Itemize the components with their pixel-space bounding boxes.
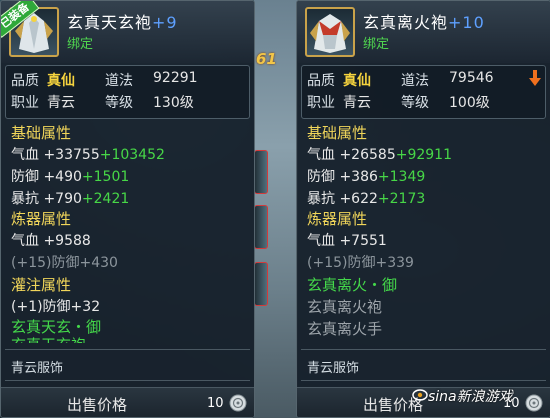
item-attributes: 基础属性 气血 +33755+103452 防御 +490+1501 暴抗 +7… (5, 121, 250, 343)
coin-icon (229, 394, 247, 412)
sell-price-label: 出售价格 (67, 396, 128, 414)
equipped-item-tooltip: 已装备 玄真天玄袍+9 绑定 品质 真仙 道法 92291 职业 青云 等级 1… (0, 0, 255, 418)
sina-watermark: sina新浪游戏 (428, 389, 513, 405)
level-label: 等级 (105, 95, 133, 111)
daofa-label: 道法 (401, 73, 429, 89)
job-label: 职业 (307, 95, 335, 111)
sell-price-value: 10 (207, 396, 224, 411)
defense-row: 防御 +386+1349 (307, 169, 426, 185)
infuse-attributes-title: 灌注属性 (11, 276, 72, 294)
refine-attributes-title: 炼器属性 (11, 210, 72, 228)
item-info-box: 品质 真仙 道法 79546 职业 青云 等级 100级 (301, 65, 546, 119)
set-name: 玄真离火・御 (307, 276, 398, 294)
crit-resist-row: 暴抗 +622+2173 (307, 191, 426, 207)
level-value: 100级 (449, 95, 490, 111)
daofa-value: 92291 (153, 70, 198, 86)
set-item-hand: 玄真离火手 (307, 320, 383, 338)
item-portrait (305, 7, 355, 57)
level-value: 130级 (153, 95, 194, 111)
bound-status: 绑定 (67, 37, 94, 52)
coin-icon (525, 394, 543, 412)
hp-row: 气血 +26585+92911 (307, 147, 453, 163)
item-name: 玄真离火袍+10 (363, 13, 485, 32)
set-item-clipped: 玄真天玄袍 (11, 335, 86, 343)
bound-status: 绑定 (363, 37, 390, 52)
item-category: 青云服饰 (5, 349, 250, 381)
quality-value: 真仙 (47, 73, 75, 89)
refine-hp-row: 气血 +7551 (307, 233, 387, 249)
item-category: 青云服饰 (301, 349, 546, 381)
set-name: 玄真天玄・御 (11, 318, 102, 336)
crit-resist-row: 暴抗 +790+2421 (11, 191, 130, 207)
compared-item-tooltip: 玄真离火袍+10 绑定 品质 真仙 道法 79546 职业 青云 等级 100级… (296, 0, 550, 418)
background-number: 61 (256, 50, 277, 68)
job-label: 职业 (11, 95, 39, 111)
level-label: 等级 (401, 95, 429, 111)
refine-hp-row: 气血 +9588 (11, 233, 91, 249)
sell-price-bar: 出售价格 10 (1, 387, 254, 417)
infuse-defense-row: (+1)防御+32 (11, 299, 101, 315)
quality-value: 真仙 (343, 73, 371, 89)
daofa-value: 79546 (449, 70, 494, 86)
quality-label: 品质 (307, 73, 335, 89)
item-attributes: 基础属性 气血 +26585+92911 防御 +386+1349 暴抗 +62… (301, 121, 546, 343)
arrow-down-icon (529, 70, 541, 86)
quality-label: 品质 (11, 73, 39, 89)
hp-row: 气血 +33755+103452 (11, 147, 165, 163)
sina-eye-icon (412, 389, 428, 401)
item-name: 玄真天玄袍+9 (67, 13, 178, 32)
refine-defense-row: (+15)防御+430 (11, 255, 118, 271)
job-value: 青云 (47, 95, 75, 111)
base-attributes-title: 基础属性 (11, 124, 72, 142)
refine-defense-row: (+15)防御+339 (307, 255, 414, 271)
base-attributes-title: 基础属性 (307, 124, 368, 142)
background-slot (254, 205, 268, 249)
set-item-robe: 玄真离火袍 (307, 298, 383, 316)
daofa-label: 道法 (105, 73, 133, 89)
background-slot (254, 150, 268, 194)
background-slot (254, 262, 268, 306)
job-value: 青云 (343, 95, 371, 111)
item-info-box: 品质 真仙 道法 92291 职业 青云 等级 130级 (5, 65, 250, 119)
defense-row: 防御 +490+1501 (11, 169, 130, 185)
refine-attributes-title: 炼器属性 (307, 210, 368, 228)
